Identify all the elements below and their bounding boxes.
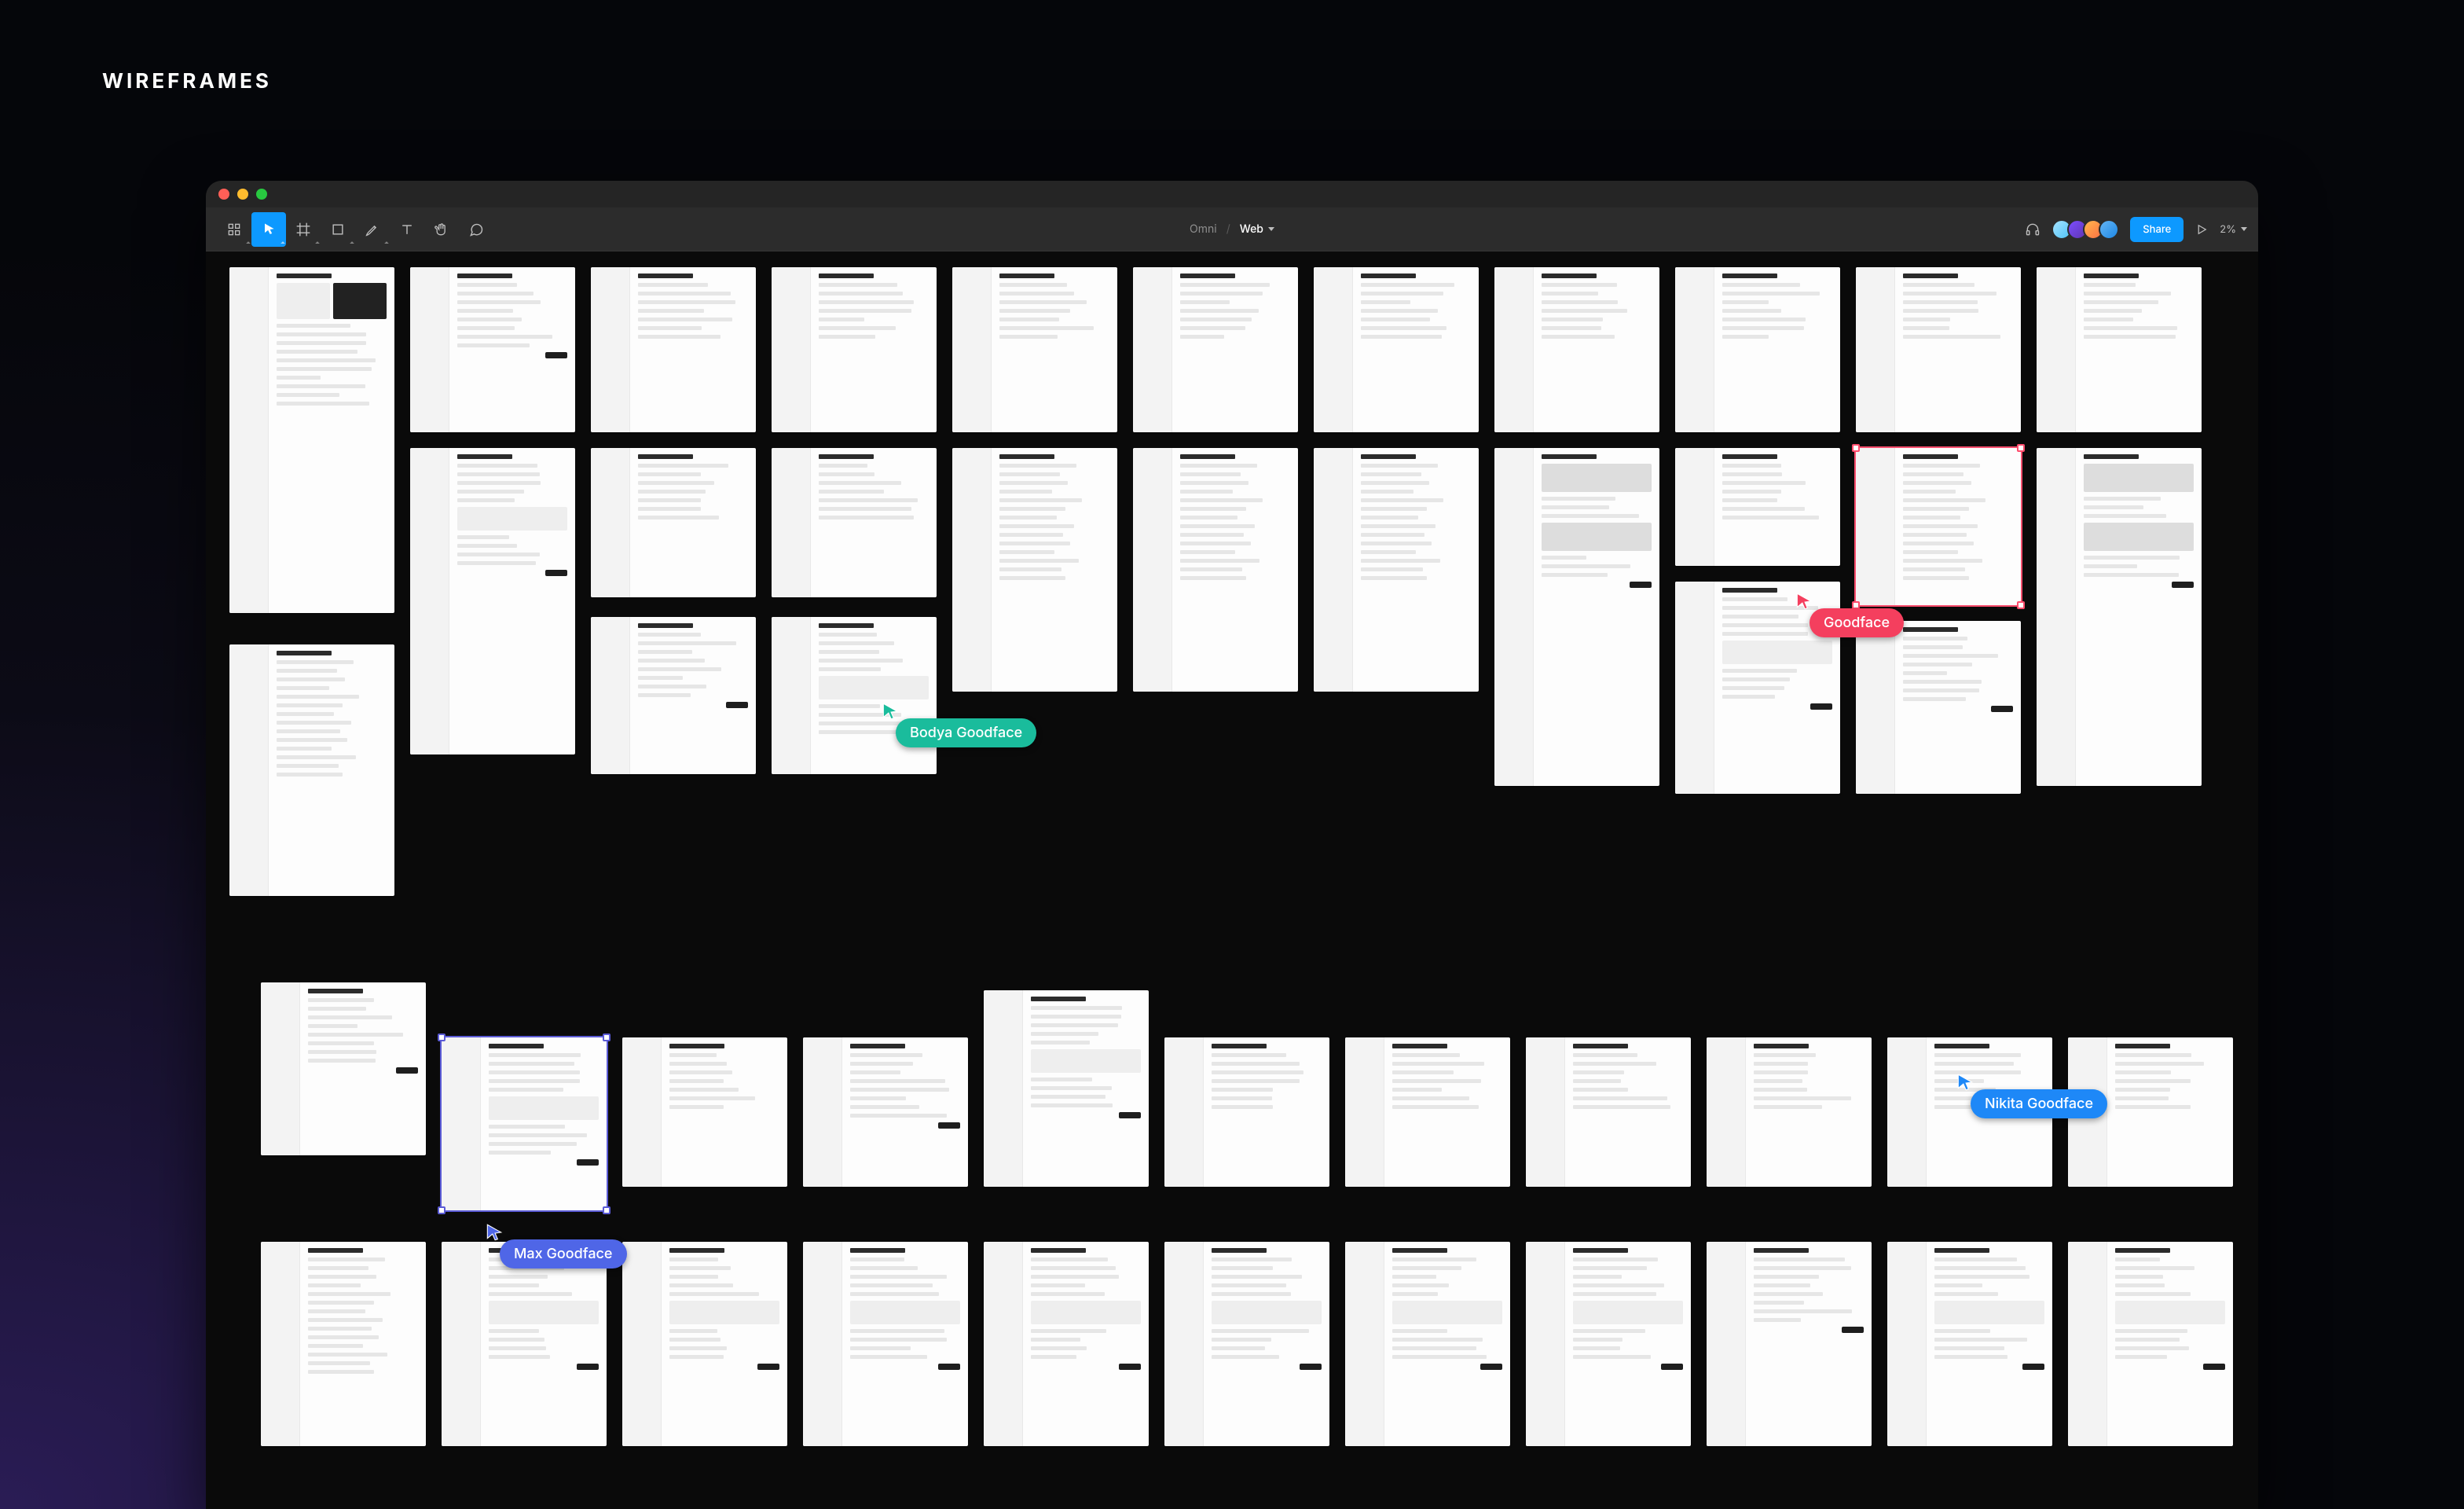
shape-tool[interactable] (321, 212, 355, 247)
wireframe-frame[interactable] (591, 267, 756, 432)
collaborator-avatars[interactable] (2052, 219, 2119, 240)
wireframe-frame[interactable] (1494, 267, 1659, 432)
headphones-icon[interactable] (2025, 222, 2040, 237)
zoom-control[interactable]: 2% (2220, 223, 2247, 236)
comment-tool[interactable] (459, 212, 493, 247)
close-icon[interactable] (218, 189, 229, 200)
wireframe-frame[interactable] (591, 448, 756, 597)
wireframe-frame[interactable] (2068, 1242, 2233, 1446)
toolbar: Omni / Web Share 2% (206, 207, 2258, 252)
wireframe-frame[interactable] (984, 990, 1149, 1187)
move-tool[interactable] (251, 212, 286, 247)
wireframe-frame[interactable] (622, 1037, 787, 1187)
wireframe-frame[interactable] (1494, 448, 1659, 786)
wireframe-frame[interactable] (952, 448, 1117, 692)
canvas-inner: Bodya GoodfaceGoodfaceMax GoodfaceNikita… (206, 252, 2258, 1509)
avatar[interactable] (2099, 219, 2119, 240)
wireframe-frame[interactable] (1887, 1242, 2052, 1446)
document-title[interactable]: Omni / Web (1190, 222, 1274, 236)
wireframe-frame[interactable] (229, 267, 394, 613)
wireframe-frame[interactable] (803, 1242, 968, 1446)
wireframe-frame[interactable] (1133, 267, 1298, 432)
frame-tool[interactable] (286, 212, 321, 247)
chevron-down-icon (1268, 227, 1274, 231)
wireframe-frame[interactable] (1675, 448, 1840, 566)
wireframe-frame[interactable] (1707, 1037, 1872, 1187)
wireframe-frame[interactable] (1856, 448, 2021, 605)
wireframe-frame[interactable] (1526, 1242, 1691, 1446)
wireframe-frame[interactable] (1675, 267, 1840, 432)
wireframe-frame[interactable] (1133, 448, 1298, 692)
wireframe-frame[interactable] (261, 982, 426, 1155)
maximize-icon[interactable] (256, 189, 267, 200)
minimize-icon[interactable] (237, 189, 248, 200)
text-tool[interactable] (390, 212, 424, 247)
wireframe-frame[interactable] (1887, 1037, 2052, 1187)
wireframe-frame[interactable] (1314, 267, 1479, 432)
window-titlebar (206, 181, 2258, 207)
collab-cursor: Max Goodface (484, 1222, 504, 1243)
wireframe-frame[interactable] (1856, 267, 2021, 432)
toolbar-right: Share 2% (2025, 217, 2247, 242)
canvas[interactable]: Bodya GoodfaceGoodfaceMax GoodfaceNikita… (206, 252, 2258, 1509)
wireframe-frame[interactable] (261, 1242, 426, 1446)
stage: WIREFRAMES (0, 0, 2464, 1509)
page-name[interactable]: Web (1240, 222, 1274, 236)
app-window: Omni / Web Share 2% (206, 181, 2258, 1509)
wireframe-frame[interactable] (442, 1037, 607, 1210)
wireframe-frame[interactable] (229, 644, 394, 896)
wireframe-frame[interactable] (1707, 1242, 1872, 1446)
wireframe-frame[interactable] (984, 1242, 1149, 1446)
traffic-lights (218, 189, 267, 200)
wireframe-frame[interactable] (1675, 582, 1840, 794)
wireframe-frame[interactable] (1314, 448, 1479, 692)
wireframe-frame[interactable] (1856, 621, 2021, 794)
project-name: Omni (1190, 222, 1217, 236)
wireframe-frame[interactable] (803, 1037, 968, 1187)
wireframe-frame[interactable] (1164, 1242, 1329, 1446)
wireframe-frame[interactable] (1526, 1037, 1691, 1187)
wireframe-frame[interactable] (952, 267, 1117, 432)
wireframe-frame[interactable] (1345, 1037, 1510, 1187)
page-label: WIREFRAMES (102, 69, 272, 94)
wireframe-frame[interactable] (772, 448, 937, 597)
breadcrumb-sep: / (1226, 222, 1230, 236)
wireframe-frame[interactable] (2037, 267, 2202, 432)
wireframe-frame[interactable] (772, 267, 937, 432)
wireframe-frame[interactable] (410, 267, 575, 432)
present-icon[interactable] (2194, 222, 2209, 237)
hand-tool[interactable] (424, 212, 459, 247)
wireframe-frame[interactable] (622, 1242, 787, 1446)
wireframe-frame[interactable] (2068, 1037, 2233, 1187)
share-button[interactable]: Share (2130, 217, 2184, 242)
wireframe-frame[interactable] (1164, 1037, 1329, 1187)
wireframe-frame[interactable] (772, 617, 937, 774)
wireframe-frame[interactable] (591, 617, 756, 774)
chevron-down-icon (2241, 227, 2247, 231)
tool-group-left (217, 212, 493, 247)
wireframe-frame[interactable] (2037, 448, 2202, 786)
main-menu-button[interactable] (217, 212, 251, 247)
wireframe-frame[interactable] (410, 448, 575, 754)
wireframe-frame[interactable] (1345, 1242, 1510, 1446)
wireframe-frame[interactable] (442, 1242, 607, 1446)
pen-tool[interactable] (355, 212, 390, 247)
